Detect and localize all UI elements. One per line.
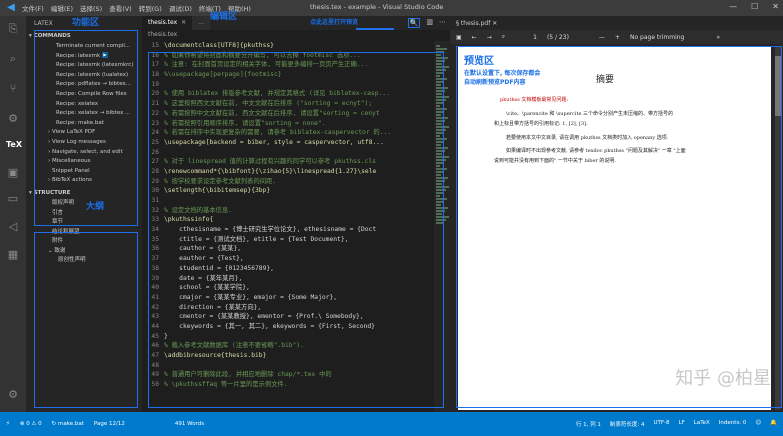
files-icon[interactable]: ⎘ <box>6 22 20 36</box>
forward-icon[interactable]: → <box>487 34 492 41</box>
title-bar: ◀ 文件(F) 编辑(E) 选择(S) 查看(V) 转到(G) 调试(D) 终端… <box>0 0 783 16</box>
maximize-icon[interactable]: ☐ <box>751 2 758 11</box>
minimize-icon[interactable]: — <box>729 2 737 11</box>
notifications-icon[interactable]: 🔔 <box>770 420 777 428</box>
tab-label: thesis.tex <box>148 19 178 26</box>
menu-debug[interactable]: 调试(D) <box>169 3 192 13</box>
code-line[interactable]: 15 \documentclass[UTF8]{pkuthss} <box>142 41 450 51</box>
remote-status-icon[interactable]: ⚡ <box>6 421 10 427</box>
word-count: 491 Words <box>174 421 205 427</box>
editor-tabs: thesis.tex ✕ ... 点此这里打开预览 🔍 ▥ ⋯ <box>142 16 450 30</box>
tab-label: ... <box>198 19 204 26</box>
tab-size[interactable]: 制表符长度: 4 <box>610 420 645 428</box>
tab-close-icon[interactable]: ✕ <box>181 16 186 30</box>
tab-thesis-tex[interactable]: thesis.tex ✕ <box>142 16 193 30</box>
tex-icon[interactable]: TeX <box>6 138 22 152</box>
extensions-icon[interactable]: ▣ <box>6 166 20 180</box>
encoding[interactable]: UTF-8 <box>654 420 670 428</box>
preview-pdf-icon[interactable]: 🔍 <box>407 18 421 28</box>
outline-area-box <box>34 232 138 408</box>
find-icon[interactable]: ⌕ <box>502 33 505 41</box>
activity-bar: ⎘ ⌕ ⑂ ⚙ TeX ▣ ▭ ◁ ▦ ⚙ <box>0 16 26 412</box>
settings-icon[interactable]: ⚙ <box>6 388 20 402</box>
preview-area-box <box>456 46 782 408</box>
live-share-icon[interactable]: ◁ <box>6 220 20 234</box>
menu-selection[interactable]: 选择(S) <box>80 3 102 13</box>
more-actions-icon[interactable]: ⋯ <box>439 18 446 28</box>
tab-more[interactable]: ... <box>192 16 210 30</box>
zoom-in-icon[interactable]: + <box>615 34 620 41</box>
line-number: 15 <box>151 42 159 49</box>
sidebar-toggle-icon[interactable]: ▣ <box>456 34 462 41</box>
feedback-icon[interactable]: ☺ <box>755 420 761 428</box>
vscode-logo-icon: ◀ <box>7 2 15 13</box>
edit-area-label: 编辑区 <box>210 12 238 22</box>
back-icon[interactable]: ← <box>472 34 477 41</box>
watermark: 知乎 @柏星 <box>675 368 771 389</box>
recipe-status[interactable]: ↻ make.bat <box>52 421 84 427</box>
menu-view[interactable]: 查看(V) <box>109 3 132 13</box>
zoom-out-icon[interactable]: — <box>599 34 605 41</box>
page-status[interactable]: Page 12/12 <box>94 421 125 427</box>
page-count: (5 / 23) <box>546 33 569 41</box>
pdf-tab-close-icon[interactable]: ✕ <box>492 20 497 27</box>
debug-icon[interactable]: ⚙ <box>6 112 20 126</box>
source-control-icon[interactable]: ⑂ <box>6 82 20 96</box>
split-editor-icon[interactable]: ▥ <box>426 18 433 28</box>
preview-arrow <box>356 28 394 30</box>
zoom-select[interactable]: No page trimming <box>630 34 684 41</box>
pdf-toolbar: ▣ ← → ⌕ 1 (5 / 23) — + No page trimming … <box>450 30 783 44</box>
menu-edit[interactable]: 编辑(E) <box>51 3 73 13</box>
minimap-line <box>436 45 440 47</box>
function-area-box <box>34 30 138 226</box>
window-title: thesis.tex - example - Visual Studio Cod… <box>310 3 444 11</box>
function-area-label: 功能区 <box>72 18 100 28</box>
cursor-position[interactable]: 行 1, 列 1 <box>576 420 601 428</box>
accounts-icon[interactable]: ▦ <box>6 248 20 262</box>
recipe-label: make.bat <box>58 421 84 427</box>
breadcrumb-file[interactable]: thesis.tex <box>148 31 177 38</box>
expand-icon[interactable]: » <box>716 34 720 41</box>
search-icon[interactable]: ⌕ <box>6 52 20 66</box>
status-bar: ⚡ ⊗ 0 ⚠ 0 ↻ make.bat Page 12/12 491 Word… <box>0 412 783 436</box>
breadcrumb: thesis.tex 编辑区 <box>142 12 450 40</box>
problems-status[interactable]: ⊗ 0 ⚠ 0 <box>20 421 42 427</box>
remote-icon[interactable]: ▭ <box>6 192 20 206</box>
sidebar-title: LATEX 功能区 <box>26 16 142 31</box>
pdf-tab-bar: § thesis.pdf ✕ <box>450 16 783 30</box>
page-number-input[interactable]: 1 <box>533 34 537 41</box>
close-icon[interactable]: ✕ <box>772 2 779 11</box>
language-mode[interactable]: LaTeX <box>694 420 710 428</box>
pdf-tab[interactable]: § thesis.pdf ✕ <box>456 20 497 27</box>
indents[interactable]: Indents: 0 <box>719 420 747 428</box>
minimap-line <box>436 48 447 50</box>
menu-file[interactable]: 文件(F) <box>22 3 44 13</box>
pdf-tab-label: thesis.pdf <box>460 19 491 27</box>
preview-hint-label: 点此这里打开预览 <box>310 19 359 26</box>
line-source: \documentclass[UTF8]{pkuthss} <box>164 42 274 49</box>
sidebar-title-text: LATEX <box>34 20 53 27</box>
edit-area-box <box>148 52 444 408</box>
line-ending[interactable]: LF <box>679 420 685 428</box>
menu-go[interactable]: 转到(G) <box>139 3 162 13</box>
